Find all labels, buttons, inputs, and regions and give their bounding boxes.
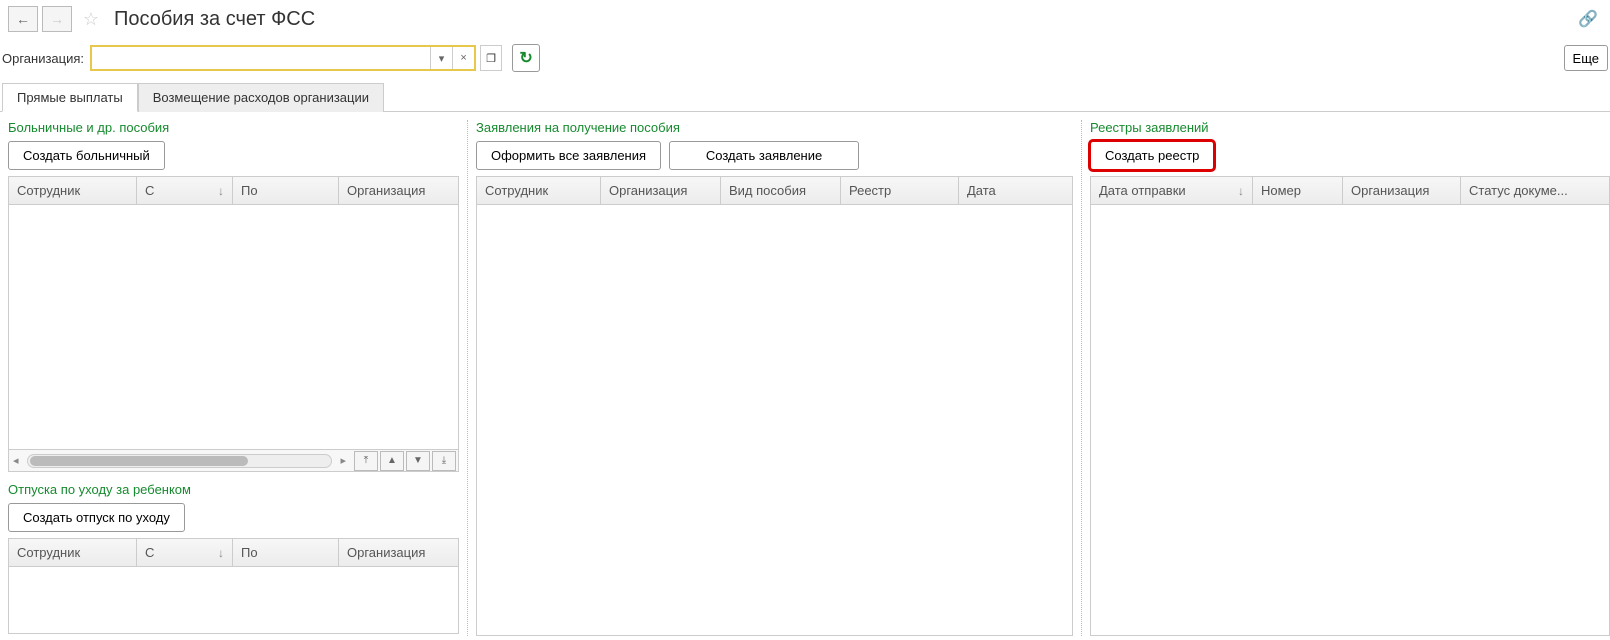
org-input-wrap: ▾ × <box>90 45 476 71</box>
nav-down-button[interactable]: ▼ <box>406 451 430 471</box>
nav-forward-button[interactable]: → <box>42 6 72 32</box>
col-reestr[interactable]: Реестр <box>841 177 959 204</box>
col-org[interactable]: Организация <box>1343 177 1461 204</box>
sort-indicator-icon: ↓ <box>218 184 224 198</box>
applications-table-body[interactable] <box>477 205 1072 635</box>
sort-indicator-icon: ↓ <box>218 546 224 560</box>
section-registries-title: Реестры заявлений <box>1090 120 1610 135</box>
col-employee[interactable]: Сотрудник <box>477 177 601 204</box>
link-icon[interactable]: 🔗 <box>1578 9 1598 29</box>
col-from[interactable]: С↓ <box>137 539 233 566</box>
registries-table-body[interactable] <box>1091 205 1609 635</box>
col-org[interactable]: Организация <box>601 177 721 204</box>
org-label: Организация: <box>2 51 84 66</box>
col-number[interactable]: Номер <box>1253 177 1343 204</box>
applications-table: Сотрудник Организация Вид пособия Реестр… <box>476 176 1073 636</box>
create-application-button[interactable]: Создать заявление <box>669 141 859 170</box>
refresh-button[interactable]: ↻ <box>512 44 540 72</box>
childcare-table-body[interactable] <box>9 567 458 633</box>
org-clear-button[interactable]: × <box>452 47 474 69</box>
sickleave-table: Сотрудник С↓ По Организация ◂ ▸ ⤒ ▲ ▼ ⤓ <box>8 176 459 472</box>
nav-up-button[interactable]: ▲ <box>380 451 404 471</box>
section-sickleave-title: Больничные и др. пособия <box>8 120 459 135</box>
create-childcare-leave-button[interactable]: Создать отпуск по уходу <box>8 503 185 532</box>
org-dropdown-button[interactable]: ▾ <box>430 47 452 69</box>
col-date[interactable]: Дата <box>959 177 1072 204</box>
create-registry-button[interactable]: Создать реестр <box>1090 141 1214 170</box>
nav-back-button[interactable]: ← <box>8 6 38 32</box>
tab-direct-payments[interactable]: Прямые выплаты <box>2 83 138 112</box>
col-employee[interactable]: Сотрудник <box>9 539 137 566</box>
favorite-star-icon[interactable]: ☆ <box>80 8 102 30</box>
col-org[interactable]: Организация <box>339 539 458 566</box>
org-input[interactable] <box>92 47 430 69</box>
create-all-applications-button[interactable]: Оформить все заявления <box>476 141 661 170</box>
col-kind[interactable]: Вид пособия <box>721 177 841 204</box>
registries-table: Дата отправки↓ Номер Организация Статус … <box>1090 176 1610 636</box>
page-title: Пособия за счет ФСС <box>114 8 315 31</box>
childcare-table: Сотрудник С↓ По Организация <box>8 538 459 634</box>
sickleave-table-body[interactable] <box>9 205 458 449</box>
col-send-date[interactable]: Дата отправки↓ <box>1091 177 1253 204</box>
scroll-right-icon[interactable]: ▸ <box>336 454 350 467</box>
nav-last-button[interactable]: ⤓ <box>432 451 456 471</box>
section-applications-title: Заявления на получение пособия <box>476 120 1073 135</box>
col-org[interactable]: Организация <box>339 177 458 204</box>
hscroll-track[interactable] <box>27 454 333 468</box>
sort-indicator-icon: ↓ <box>1238 184 1244 198</box>
section-childcare-title: Отпуска по уходу за ребенком <box>8 482 459 497</box>
org-open-button[interactable]: ❐ <box>480 45 502 71</box>
tab-reimbursement[interactable]: Возмещение расходов организации <box>138 83 384 112</box>
more-button[interactable]: Еще <box>1564 45 1608 71</box>
col-employee[interactable]: Сотрудник <box>9 177 137 204</box>
nav-first-button[interactable]: ⤒ <box>354 451 378 471</box>
scroll-left-icon[interactable]: ◂ <box>9 454 23 467</box>
col-to[interactable]: По <box>233 539 339 566</box>
col-to[interactable]: По <box>233 177 339 204</box>
col-from[interactable]: С↓ <box>137 177 233 204</box>
create-sickleave-button[interactable]: Создать больничный <box>8 141 165 170</box>
hscroll-thumb[interactable] <box>30 456 249 466</box>
col-status[interactable]: Статус докуме... <box>1461 177 1609 204</box>
